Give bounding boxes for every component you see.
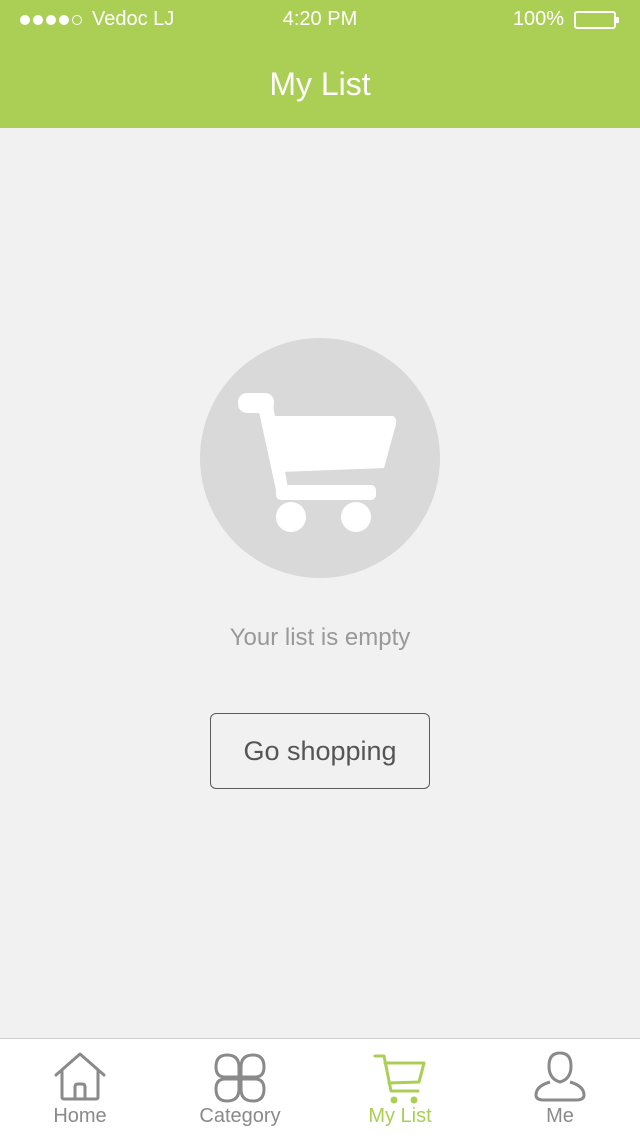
tab-home-label: Home	[53, 1105, 107, 1127]
empty-list-illustration	[200, 338, 440, 578]
status-bar: Vedoc LJ 4:20 PM 100%	[0, 0, 640, 40]
tab-me[interactable]: Me	[480, 1039, 640, 1136]
tab-category-label: Category	[199, 1105, 281, 1127]
tab-category[interactable]: Category	[160, 1039, 320, 1136]
page-title: My List	[269, 66, 371, 102]
battery-percent: 100%	[512, 8, 564, 30]
empty-list-message: Your list is empty	[229, 624, 411, 651]
user-icon	[534, 1051, 586, 1102]
tab-home[interactable]: Home	[0, 1039, 160, 1136]
battery-icon	[574, 10, 619, 29]
category-icon	[214, 1053, 266, 1103]
tab-bar: Home Category My List Me	[0, 1038, 640, 1136]
cart-icon	[238, 393, 397, 532]
go-shopping-button[interactable]: Go shopping	[210, 713, 430, 789]
cart-icon	[373, 1054, 426, 1104]
status-right: 100%	[512, 8, 619, 31]
tab-my-list-label: My List	[368, 1105, 432, 1127]
app-header: Vedoc LJ 4:20 PM 100% My List	[0, 0, 640, 128]
tab-my-list[interactable]: My List	[320, 1039, 480, 1136]
home-icon	[54, 1052, 106, 1101]
tab-me-label: Me	[546, 1105, 574, 1127]
